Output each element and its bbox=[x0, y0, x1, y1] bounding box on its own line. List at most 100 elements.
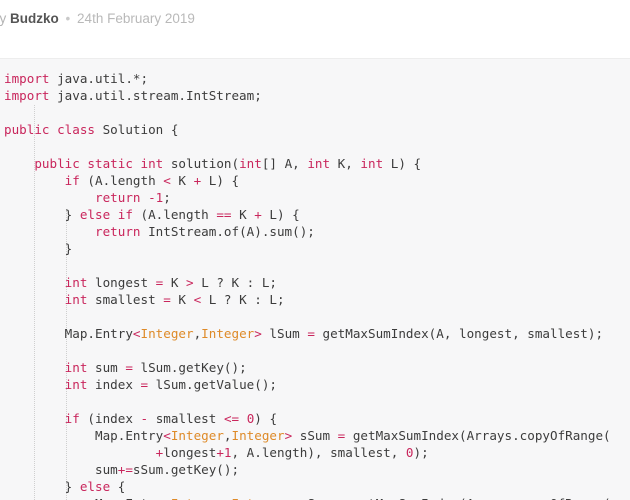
code-line: if (A.length < K + L) { bbox=[4, 173, 239, 188]
code-line: import java.util.stream.IntStream; bbox=[4, 88, 262, 103]
code-token: K bbox=[170, 292, 194, 307]
code-token: -1 bbox=[148, 190, 164, 205]
code-token: (A.length bbox=[79, 173, 164, 188]
code-token: lSum.getKey(); bbox=[132, 360, 247, 375]
code-block[interactable]: import java.util.*; import java.util.str… bbox=[0, 58, 630, 500]
code-line: int sum = lSum.getKey(); bbox=[4, 360, 247, 375]
code-token: Integer bbox=[140, 326, 194, 341]
code-line: int smallest = K < L ? K : L; bbox=[4, 292, 285, 307]
code-token: return bbox=[95, 224, 141, 239]
code-token: 0 bbox=[405, 445, 414, 460]
code-token: getMaxSumIndex(A, longest, smallest); bbox=[314, 326, 604, 341]
code-token: { bbox=[110, 479, 126, 494]
code-line: Map.Entry<Integer,Integer> sSum = getMax… bbox=[4, 428, 611, 443]
code-token: < bbox=[132, 326, 141, 341]
code-token: [] A, bbox=[261, 156, 308, 171]
code-token: < bbox=[163, 428, 171, 443]
code-token: L) { bbox=[261, 207, 300, 222]
code-token: ; bbox=[163, 190, 171, 205]
code-token: int bbox=[64, 377, 88, 392]
code-token: lSum bbox=[261, 326, 308, 341]
code-token: int bbox=[239, 156, 262, 171]
code-token: sSum.getKey(); bbox=[132, 462, 240, 477]
code-token: Map.Entry bbox=[4, 428, 164, 443]
code-token: K, bbox=[330, 156, 361, 171]
code-token: getMaxSumIndex(Arrays.copyOfRange( bbox=[345, 496, 611, 500]
code-token: + bbox=[216, 445, 224, 460]
code-token: K bbox=[170, 173, 194, 188]
byline-prefix: by bbox=[0, 11, 7, 26]
code-line: Map.Entry<Integer,Integer> sSum = getMax… bbox=[4, 496, 611, 500]
code-token: = bbox=[125, 360, 133, 375]
byline-date: 24th February 2019 bbox=[77, 11, 195, 26]
code-token: 1 bbox=[223, 445, 232, 460]
code-line: } else { bbox=[4, 479, 126, 494]
code-token: < bbox=[163, 173, 171, 188]
code-token: } bbox=[4, 241, 73, 256]
code-token: else if bbox=[79, 207, 133, 222]
code-token: == bbox=[216, 207, 232, 222]
code-token: int bbox=[64, 275, 88, 290]
code-token: Map.Entry bbox=[4, 496, 163, 500]
code-token: lSum.getValue(); bbox=[148, 377, 277, 392]
code-token: IntStream.of(A).sum(); bbox=[140, 224, 315, 239]
code-token: L) { bbox=[383, 156, 422, 171]
byline-author[interactable]: Budzko bbox=[10, 11, 59, 26]
source-code[interactable]: import java.util.*; import java.util.str… bbox=[0, 70, 630, 500]
code-token: getMaxSumIndex(Arrays.copyOfRange( bbox=[345, 428, 611, 443]
code-token: java.util.*; bbox=[49, 71, 149, 86]
code-token: Integer bbox=[231, 428, 285, 443]
code-token: < bbox=[163, 496, 171, 500]
code-token: java.util.stream.IntStream; bbox=[49, 88, 262, 103]
code-line: int longest = K > L ? K : L; bbox=[4, 275, 277, 290]
code-token: if bbox=[64, 173, 80, 188]
code-token: ) { bbox=[254, 411, 278, 426]
code-token: Integer bbox=[201, 326, 255, 341]
code-token: L ? K : L; bbox=[193, 275, 278, 290]
code-token: public static int bbox=[34, 156, 164, 171]
code-token: L ? K : L; bbox=[201, 292, 285, 307]
code-token: = bbox=[163, 292, 171, 307]
code-token: sSum bbox=[292, 428, 338, 443]
byline-inner: by Budzko • 24th February 2019 bbox=[0, 10, 630, 28]
code-token: <= bbox=[223, 411, 240, 426]
code-token: solution( bbox=[163, 156, 240, 171]
code-token: } bbox=[4, 479, 80, 494]
code-line: } bbox=[4, 241, 73, 256]
code-token: longest bbox=[87, 275, 156, 290]
code-token: index bbox=[87, 377, 141, 392]
code-token: - bbox=[140, 411, 149, 426]
code-token: Solution { bbox=[95, 122, 179, 137]
code-token: longest bbox=[163, 445, 217, 460]
code-token: import bbox=[4, 71, 50, 86]
code-token: , bbox=[223, 428, 232, 443]
code-token: int bbox=[64, 292, 88, 307]
code-token: sum bbox=[87, 360, 126, 375]
code-token: + bbox=[254, 207, 262, 222]
code-token: if bbox=[64, 411, 80, 426]
code-token: int bbox=[360, 156, 384, 171]
code-line: sum+=sSum.getKey(); bbox=[4, 462, 239, 477]
code-token: smallest bbox=[148, 411, 224, 426]
article-byline: by Budzko • 24th February 2019 bbox=[0, 0, 630, 58]
code-token: public class bbox=[4, 122, 95, 137]
code-token: import bbox=[4, 88, 50, 103]
code-token: (index bbox=[79, 411, 141, 426]
code-line: public static int solution(int[] A, int … bbox=[4, 156, 421, 171]
code-line: if (index - smallest <= 0) { bbox=[4, 411, 277, 426]
code-token: = bbox=[140, 377, 149, 392]
code-line: Map.Entry<Integer,Integer> lSum = getMax… bbox=[4, 326, 603, 341]
code-line: +longest+1, A.length), smallest, 0); bbox=[4, 445, 429, 460]
code-token: Integer bbox=[170, 428, 224, 443]
